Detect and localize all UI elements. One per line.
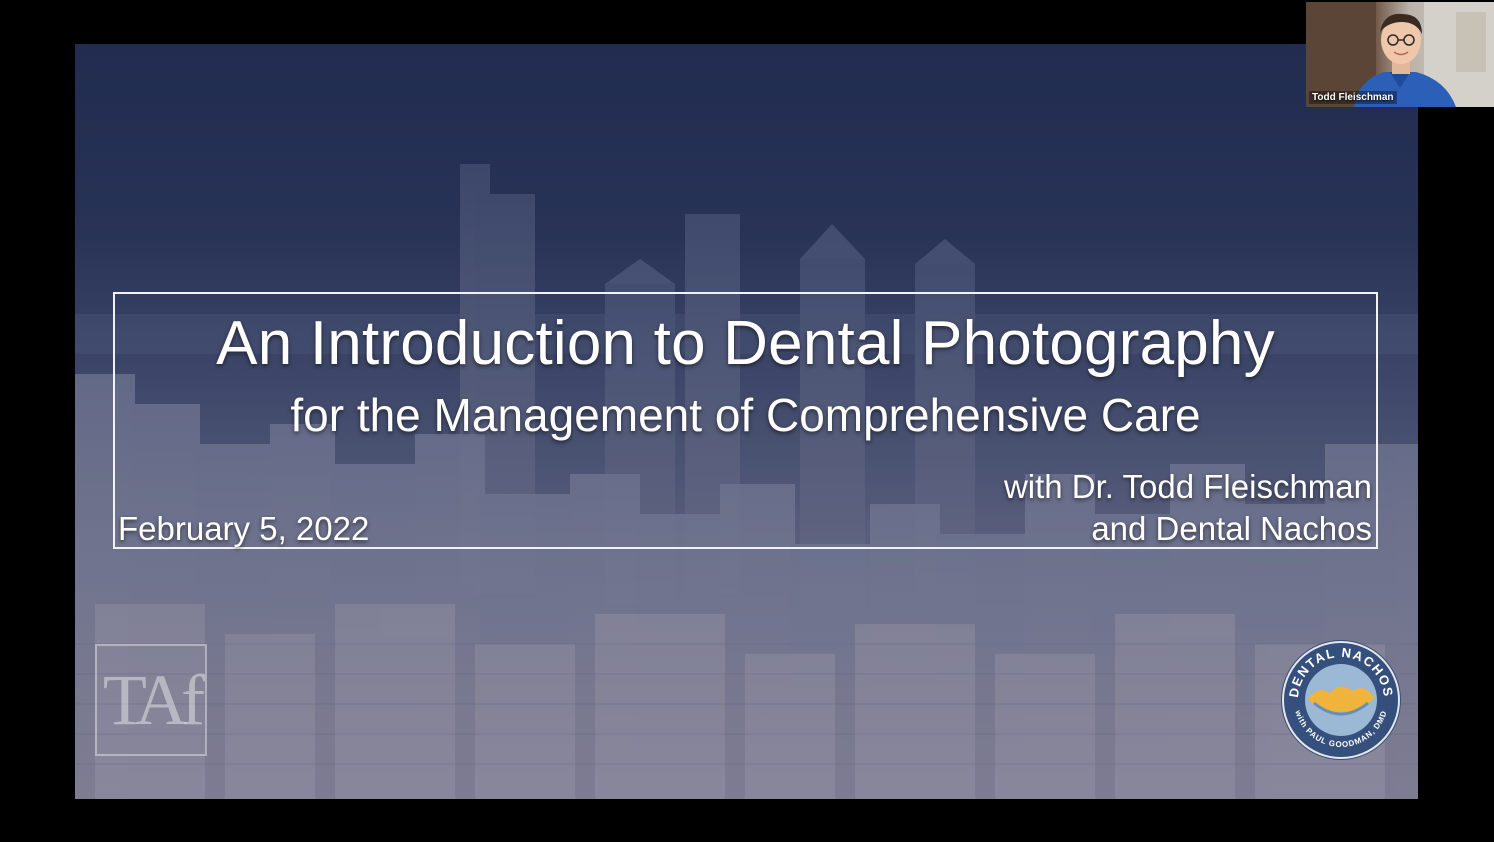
dental-nachos-logo: DENTAL NACHOS with PAUL GOODMAN, DMD (1281, 640, 1401, 760)
slide-subtitle: for the Management of Comprehensive Care (290, 389, 1201, 441)
slide-title: An Introduction to Dental Photography (216, 309, 1275, 378)
shared-slide: An Introduction to Dental Photography fo… (75, 44, 1418, 799)
video-meeting-stage: An Introduction to Dental Photography fo… (0, 0, 1494, 842)
title-frame: An Introduction to Dental Photography fo… (113, 292, 1378, 549)
presenter-line-1: with Dr. Todd Fleischman (1003, 468, 1372, 505)
participant-video-tile[interactable]: Todd Fleischman (1306, 2, 1494, 107)
participant-name-label: Todd Fleischman (1309, 91, 1397, 104)
presentation-date: February 5, 2022 (118, 510, 370, 547)
presenter-line-2: and Dental Nachos (1091, 510, 1372, 547)
taf-logo: TAf (95, 644, 207, 756)
